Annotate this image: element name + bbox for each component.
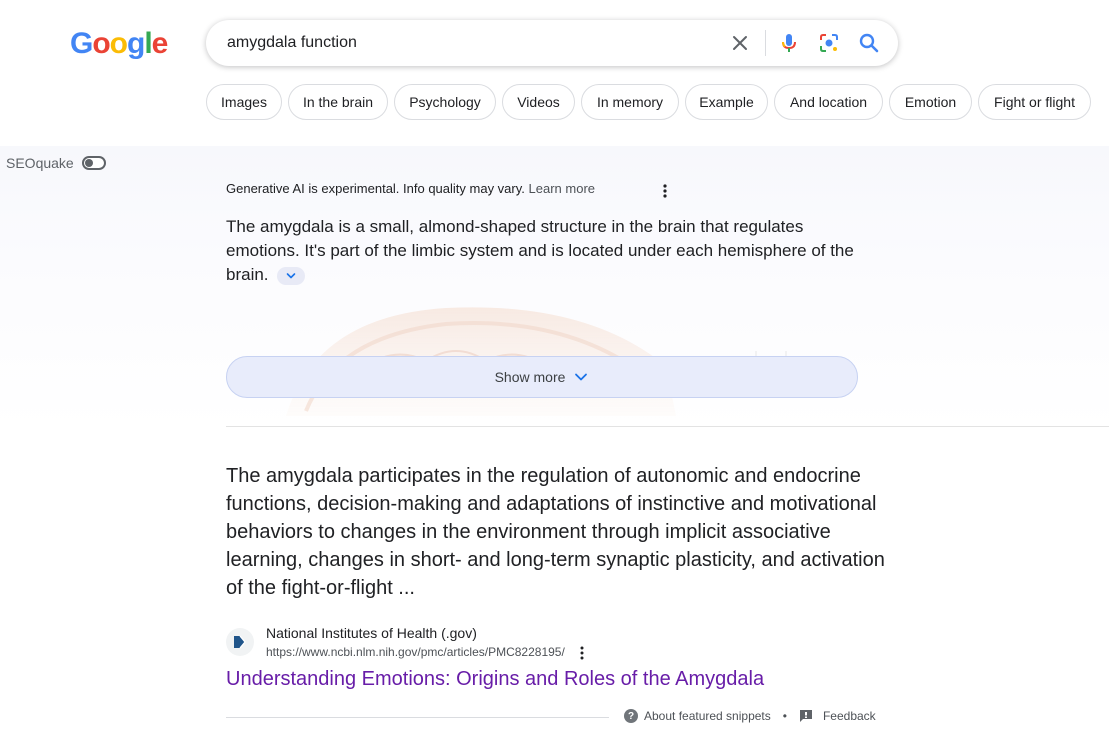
search-divider (765, 30, 766, 56)
google-logo[interactable]: Google (70, 27, 169, 61)
chip-in-the-brain[interactable]: In the brain (288, 84, 388, 120)
microphone-icon[interactable] (777, 31, 801, 55)
source-favicon-icon[interactable] (226, 628, 254, 656)
logo-letter: l (144, 27, 152, 60)
show-more-button[interactable]: Show more (226, 356, 858, 398)
chip-fight-or-flight[interactable]: Fight or flight (978, 84, 1091, 120)
ai-overview-text: The amygdala is a small, almond-shaped s… (226, 215, 866, 287)
search-box[interactable]: amygdala function (206, 20, 898, 66)
help-icon: ? (624, 709, 638, 723)
feedback-link[interactable]: Feedback (823, 709, 876, 723)
result-title-link[interactable]: Understanding Emotions: Origins and Role… (226, 668, 764, 691)
expand-chevron-icon[interactable] (277, 266, 306, 285)
about-featured-snippets-link[interactable]: About featured snippets (644, 709, 771, 723)
logo-letter: o (92, 27, 110, 60)
ai-overview-body: The amygdala is a small, almond-shaped s… (226, 217, 854, 284)
seoquake-toggle[interactable]: SEOquake (6, 155, 106, 171)
logo-letter: g (127, 27, 145, 60)
chevron-down-icon (575, 373, 588, 381)
search-input[interactable]: amygdala function (227, 34, 357, 52)
source-options-icon[interactable] (579, 646, 585, 661)
chip-videos[interactable]: Videos (502, 84, 575, 120)
clear-icon[interactable] (728, 31, 752, 55)
chip-psychology[interactable]: Psychology (394, 84, 496, 120)
logo-letter: G (70, 27, 93, 60)
feedback-icon (799, 710, 812, 722)
toggle-switch-icon[interactable] (81, 156, 106, 170)
snippet-footer: ? About featured snippets • Feedback (624, 709, 876, 723)
section-divider (226, 426, 1109, 427)
source-url[interactable]: https://www.ncbi.nlm.nih.gov/pmc/article… (266, 645, 565, 659)
lens-icon[interactable] (817, 31, 841, 55)
search-icon[interactable] (857, 31, 881, 55)
show-more-label: Show more (494, 369, 566, 385)
source-name[interactable]: National Institutes of Health (.gov) (266, 625, 477, 641)
ai-notice: Generative AI is experimental. Info qual… (226, 181, 595, 196)
more-options-icon[interactable] (662, 184, 668, 199)
logo-letter: o (109, 27, 128, 60)
seoquake-label: SEOquake (6, 155, 74, 171)
ai-notice-text: Generative AI is experimental. Info qual… (226, 181, 525, 196)
logo-letter: e (151, 27, 169, 60)
featured-snippet-text: The amygdala participates in the regulat… (226, 465, 885, 599)
chip-emotion[interactable]: Emotion (889, 84, 972, 120)
learn-more-link[interactable]: Learn more (529, 181, 595, 196)
chip-and-location[interactable]: And location (774, 84, 883, 120)
footer-divider (226, 717, 609, 718)
separator-dot: • (782, 709, 787, 723)
chip-in-memory[interactable]: In memory (581, 84, 679, 120)
chip-images[interactable]: Images (206, 84, 282, 120)
chip-example[interactable]: Example (685, 84, 768, 120)
